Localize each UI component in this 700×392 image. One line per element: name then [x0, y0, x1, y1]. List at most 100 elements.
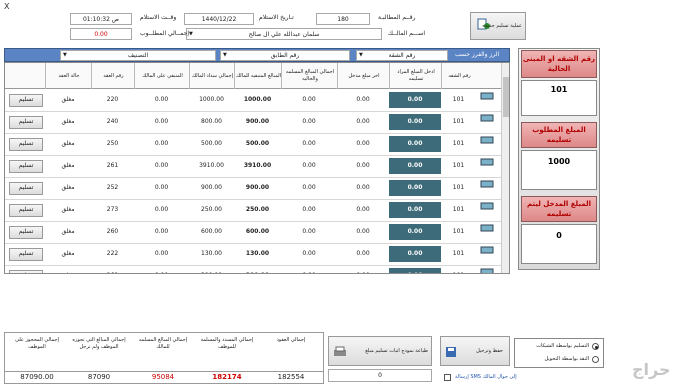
- col-owner-remaining: المتبقي على المالك: [134, 63, 190, 89]
- cell-unit: 101: [452, 206, 465, 213]
- cell-owner-remaining: 0.00: [154, 250, 169, 257]
- entered-label: المبلغ المدخل ليتم تسليمه: [521, 196, 597, 222]
- print-count-field[interactable]: 0: [328, 369, 432, 382]
- cell-status: مغلق: [61, 250, 75, 257]
- col-paid: إجمالي سداد المالك: [189, 63, 235, 89]
- cell-paid: 3910.00: [199, 162, 224, 169]
- edit-row-icon[interactable]: [476, 243, 498, 265]
- table-row[interactable]: 1010.000.000.00390.00390.000.00269مغلقتس…: [5, 265, 509, 273]
- deliver-button[interactable]: تسليم: [9, 204, 43, 217]
- radio-transfer[interactable]: [592, 356, 599, 363]
- floor-filter[interactable]: رقم الطابق ▼: [220, 50, 350, 61]
- table-row[interactable]: 101 0.00 0.00 0.00 250.00 250.00 0.00 273 مغلق تس…: [5, 199, 509, 222]
- units-table: رقم الشقه ادخل المبلغ المراد تسليمه اخر …: [4, 62, 510, 274]
- cell-entered[interactable]: 0.00: [389, 158, 441, 174]
- table-row[interactable]: 101 0.00 0.00 0.00 900.00 800.00 0.00 240 مغلق تس…: [5, 111, 509, 134]
- owner-select[interactable]: سلمان عبدالله علي ال صالح ▼: [186, 28, 382, 40]
- cell-paid: 390.00: [189, 265, 234, 273]
- totals-paid-value: 182174: [212, 373, 242, 381]
- deliver-button[interactable]: تسليم: [9, 270, 43, 273]
- table-scrollbar[interactable]: [501, 63, 509, 273]
- deliver-button[interactable]: تسليم: [9, 138, 43, 151]
- table-row[interactable]: 101 0.00 0.00 0.00 500.00 500.00 0.00 250 مغلق تس…: [5, 133, 509, 156]
- cell-remaining: 130.00: [245, 250, 270, 257]
- cell-remaining: 900.00: [245, 184, 270, 191]
- cell-entered[interactable]: 0.00: [389, 92, 441, 108]
- cell-entered[interactable]: 0.00: [389, 202, 441, 218]
- radio-cheque[interactable]: [592, 343, 599, 350]
- cell-contract: 260: [106, 228, 119, 235]
- cell-unit: 101: [452, 162, 465, 169]
- cell-entered[interactable]: 0.00: [389, 136, 441, 152]
- cell-contract: 240: [106, 118, 119, 125]
- edit-row-icon[interactable]: [476, 221, 498, 243]
- table-row[interactable]: 101 0.00 0.00 0.00 3910.00 3910.00 0.00 261 مغلق…: [5, 155, 509, 178]
- cell-delivered: 0.00: [302, 206, 316, 213]
- cell-delivered: 0.00: [302, 184, 316, 191]
- table-row[interactable]: 101 0.00 0.00 0.00 600.00 600.00 0.00 260 مغلق تس…: [5, 221, 509, 244]
- cell-status: مغلق: [61, 96, 75, 103]
- table-row[interactable]: 101 0.00 0.00 0.00 1000.00 1000.00 0.00 220 مغلق…: [5, 89, 509, 112]
- cell-entered[interactable]: 0.00: [389, 114, 441, 130]
- edit-row-icon[interactable]: [476, 155, 498, 177]
- unit-filter[interactable]: رقم الشقة ▼: [356, 50, 448, 61]
- deliver-button[interactable]: تسليم: [9, 182, 43, 195]
- cell-delivered: 0.00: [302, 162, 316, 169]
- cell-delivered: 0.00: [281, 265, 337, 273]
- cell-delivered: 0.00: [302, 96, 316, 103]
- close-button[interactable]: X: [4, 2, 9, 11]
- date-field[interactable]: 1440/12/22: [184, 13, 254, 25]
- cell-unit: 101: [452, 118, 465, 125]
- table-row[interactable]: 101 0.00 0.00 0.00 130.00 130.00 0.00 222 مغلق تس…: [5, 243, 509, 266]
- payment-method-group: التسليم بواسطة الشيكات النقد بواسطة التح…: [514, 338, 604, 368]
- cell-entered[interactable]: 0.00: [389, 246, 441, 262]
- cell-paid: 600.00: [201, 228, 222, 235]
- deliver-button[interactable]: تسليم: [9, 94, 43, 107]
- print-receipt-label: طباعة نموذج اثبات تسليم مبلغ: [365, 348, 428, 354]
- cell-unit: 101: [452, 250, 465, 257]
- scroll-thumb[interactable]: [503, 77, 509, 117]
- table-header: رقم الشقه ادخل المبلغ المراد تسليمه اخر …: [5, 63, 509, 89]
- cell-remaining: 1000.00: [243, 96, 272, 103]
- time-field[interactable]: 01:10:32 ص: [70, 13, 132, 25]
- cell-owner-remaining: 0.00: [154, 162, 169, 169]
- cell-last: 0.00: [356, 206, 370, 213]
- edit-row-icon[interactable]: [476, 111, 498, 133]
- chevron-down-icon: ▼: [223, 52, 227, 58]
- totals-reserved-label: إجمالي المحجوز على الموظف: [15, 337, 59, 350]
- floor-filter-label: رقم الطابق: [270, 52, 300, 59]
- table-body: 101 0.00 0.00 0.00 1000.00 1000.00 0.00 220 مغلق…: [5, 89, 509, 273]
- edit-row-icon[interactable]: [476, 265, 498, 273]
- cell-entered[interactable]: 0.00: [389, 224, 441, 240]
- cell-unit: 101: [452, 96, 465, 103]
- new-delivery-button[interactable]: عملية تسليم جديده: [470, 12, 526, 40]
- edit-row-icon[interactable]: [476, 177, 498, 199]
- deliver-button[interactable]: تسليم: [9, 116, 43, 129]
- edit-row-icon[interactable]: [476, 133, 498, 155]
- owner-value: سلمان عبدالله علي ال صالح: [248, 31, 320, 38]
- edit-row-icon[interactable]: [476, 89, 498, 111]
- edit-row-icon[interactable]: [476, 199, 498, 221]
- cell-contract: 250: [106, 140, 119, 147]
- chevron-down-icon: ▼: [189, 31, 193, 37]
- category-filter[interactable]: التصنيف ▼: [60, 50, 216, 61]
- cell-last: 0.00: [356, 184, 370, 191]
- save-post-button[interactable]: حفظ وترحيل: [440, 336, 510, 366]
- deliver-button[interactable]: تسليم: [9, 248, 43, 261]
- cell-entered[interactable]: 0.00: [389, 268, 441, 273]
- cell-delivered: 0.00: [302, 140, 316, 147]
- deliver-button[interactable]: تسليم: [9, 160, 43, 173]
- cell-entered[interactable]: 0.00: [389, 180, 441, 196]
- table-row[interactable]: 101 0.00 0.00 0.00 900.00 900.00 0.00 252 مغلق تس…: [5, 177, 509, 200]
- contract-no-field[interactable]: 180: [316, 13, 370, 25]
- totals-held-value: 87090: [87, 373, 111, 381]
- cell-paid: 130.00: [201, 250, 222, 257]
- radio-cheque-label: التسليم بواسطة الشيكات: [536, 343, 589, 349]
- col-delivered: اجمالي المبالغ المسلمه والحاليه: [281, 63, 338, 89]
- deliver-button[interactable]: تسليم: [9, 226, 43, 239]
- cell-delivered: 0.00: [302, 250, 316, 257]
- cell-owner-remaining: 0.00: [154, 140, 169, 147]
- print-receipt-button[interactable]: طباعة نموذج اثبات تسليم مبلغ: [328, 336, 432, 366]
- new-delivery-label: عملية تسليم جديده: [482, 23, 522, 29]
- sms-checkbox[interactable]: [444, 374, 451, 381]
